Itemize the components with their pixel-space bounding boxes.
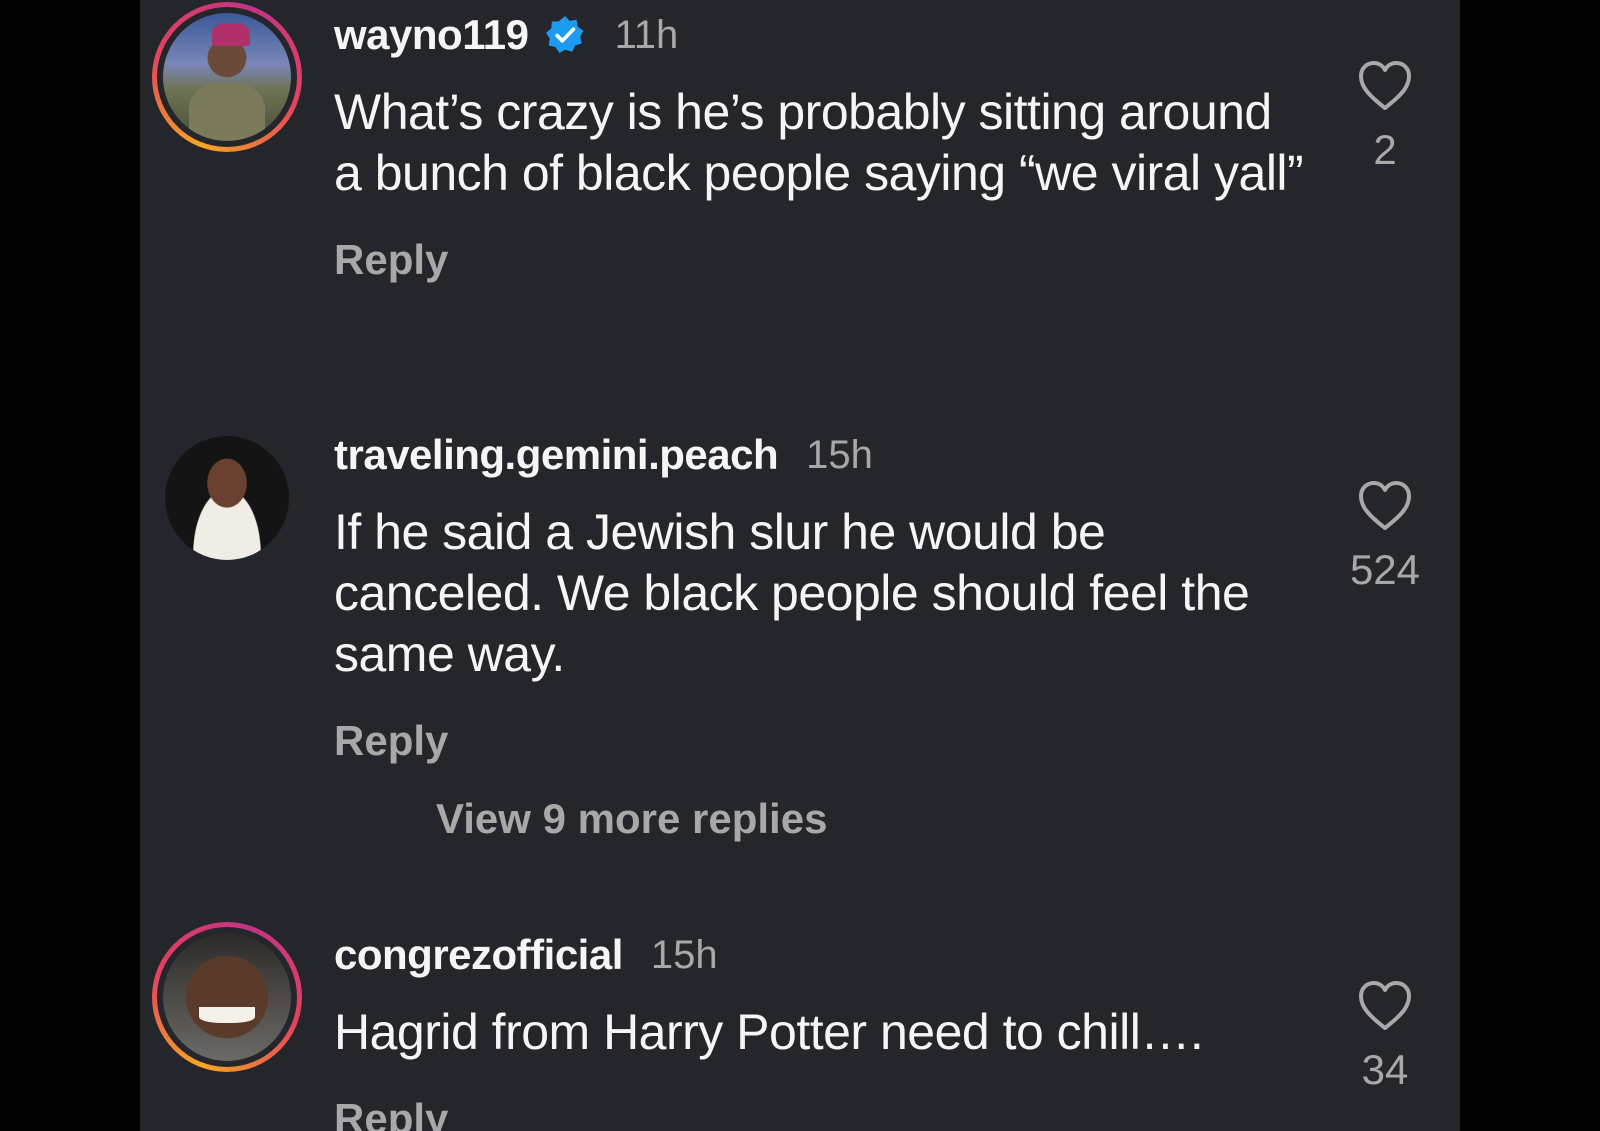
heart-outline-icon[interactable] [1357,60,1413,112]
like-count: 524 [1349,546,1421,593]
like-count: 2 [1373,126,1397,173]
comment-text: What’s crazy is he’s probably sitting ar… [334,84,1304,201]
view-more-replies-button[interactable]: View 9 more replies [436,795,827,843]
comment-text: Hagrid from Harry Potter need to chill…. [334,1004,1204,1060]
comment-time: 15h [650,932,718,977]
like-control: 524 [1340,480,1430,594]
avatar [163,13,291,141]
story-ring[interactable] [152,2,302,152]
comment-text: If he said a Jewish slur he would be can… [334,504,1250,682]
like-control: 34 [1340,980,1430,1094]
reply-button[interactable]: Reply [334,1095,1334,1131]
comments-screen: wayno119 11h What’s crazy is he’s probab… [140,0,1460,1131]
story-ring[interactable] [152,922,302,1072]
comment-time: 15h [806,432,873,477]
verified-badge-icon [546,16,584,53]
comment-username[interactable]: wayno119 [334,11,529,59]
reply-button[interactable]: Reply [334,717,1334,765]
comment-username[interactable]: congrezofficial [334,931,623,979]
comment-username[interactable]: traveling.gemini.peach [334,431,779,479]
comment-time: 11h [614,12,679,57]
like-count: 34 [1361,1046,1409,1093]
avatar[interactable] [165,436,289,560]
like-control: 2 [1340,60,1430,174]
heart-outline-icon[interactable] [1357,980,1413,1032]
heart-outline-icon[interactable] [1357,480,1413,532]
avatar [163,933,291,1061]
reply-button[interactable]: Reply [334,236,1334,284]
